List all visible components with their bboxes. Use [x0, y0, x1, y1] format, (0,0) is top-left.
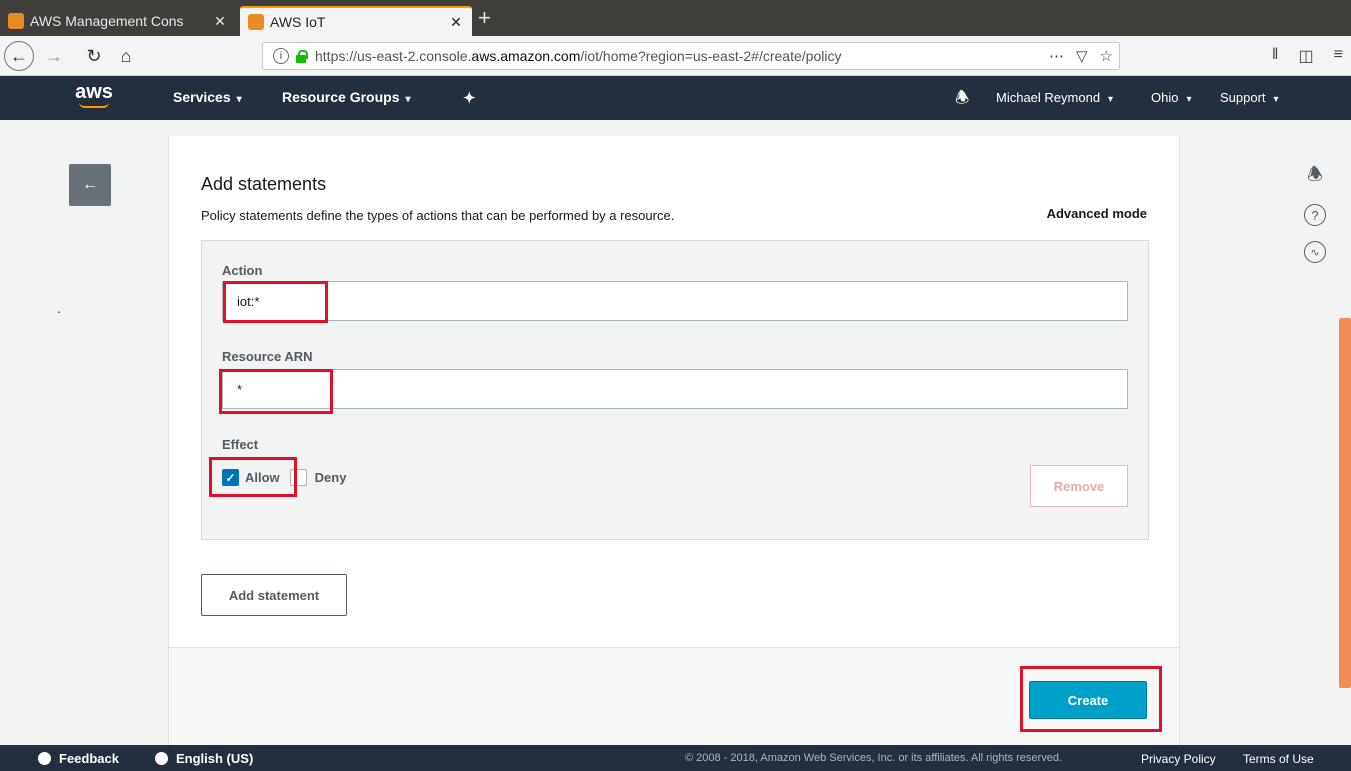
privacy-policy-link[interactable]: Privacy Policy	[1141, 752, 1216, 766]
services-menu[interactable]: Services ▾	[173, 89, 242, 105]
language-selector[interactable]: English (US)	[155, 751, 253, 766]
resource-arn-label: Resource ARN	[222, 349, 313, 364]
reload-icon[interactable]: ↻	[80, 42, 108, 70]
star-icon[interactable]: ☆	[1100, 47, 1113, 65]
feedback-bubble-icon	[38, 752, 51, 765]
aws-logo-text: aws	[75, 81, 113, 103]
lock-icon	[295, 50, 308, 63]
sidebar-icon[interactable]: ◫	[1299, 46, 1314, 66]
chevron-down-icon: ▾	[236, 94, 242, 105]
page-content: ← . Add statements Policy statements def…	[0, 120, 1351, 764]
chevron-down-icon: ▾	[405, 94, 411, 105]
region-menu[interactable]: Ohio ▾	[1151, 90, 1192, 105]
forward-arrow-icon[interactable]: →	[40, 42, 68, 70]
back-arrow-icon[interactable]: ←	[4, 41, 34, 71]
action-label: Action	[222, 263, 263, 278]
resource-arn-input[interactable]: *	[222, 369, 1128, 409]
tab-close-icon[interactable]: ✕	[212, 13, 228, 30]
new-tab-button[interactable]: +	[478, 6, 491, 30]
advanced-mode-link[interactable]: Advanced mode	[1047, 206, 1147, 221]
effect-label: Effect	[222, 437, 259, 452]
resource-groups-label: Resource Groups	[282, 89, 400, 105]
url-bar[interactable]: i https://us-east-2.console. aws.amazon.c…	[262, 42, 1120, 70]
allow-checkbox[interactable]: ✓	[222, 469, 239, 486]
globe-icon	[155, 752, 168, 765]
effect-options: ✓ Allow Deny	[222, 469, 346, 486]
user-menu[interactable]: Michael Reymond ▾	[996, 90, 1113, 105]
browser-tab-aws-management[interactable]: AWS Management Cons ✕	[0, 6, 236, 36]
scrollbar-thumb[interactable]	[1339, 318, 1351, 688]
user-name: Michael Reymond	[996, 90, 1101, 105]
section-description: Policy statements define the types of ac…	[201, 208, 675, 223]
create-button[interactable]: Create	[1029, 681, 1147, 719]
help-icon[interactable]: ?	[1304, 204, 1326, 226]
add-statement-button[interactable]: Add statement	[201, 574, 347, 616]
url-path: /iot/home?region=us-east-2#/create/polic…	[580, 48, 842, 64]
terms-of-use-link[interactable]: Terms of Use	[1243, 752, 1314, 766]
menu-icon[interactable]: ≡	[1334, 46, 1343, 66]
services-label: Services	[173, 89, 231, 105]
copyright-text: © 2008 - 2018, Amazon Web Services, Inc.…	[685, 752, 1062, 764]
browser-navigation-bar: ← → ↻ ⌂ i https://us-east-2.console. aws.…	[0, 36, 1351, 76]
policy-statement-panel: Action iot:* Resource ARN * Effect ✓ All…	[201, 240, 1149, 540]
deny-label[interactable]: Deny	[315, 470, 347, 485]
language-label: English (US)	[176, 751, 254, 766]
action-value: iot:*	[237, 293, 260, 309]
create-policy-card: Add statements Policy statements define …	[168, 136, 1180, 764]
support-label: Support	[1220, 90, 1266, 105]
browser-tab-strip: AWS Management Cons ✕ AWS IoT ✕ +	[0, 0, 1351, 36]
tab-title: AWS IoT	[270, 14, 326, 30]
url-host: aws.amazon.com	[471, 48, 581, 64]
url-prefix: https://us-east-2.console.	[315, 48, 472, 64]
back-button[interactable]: ←	[69, 164, 111, 206]
aws-favicon-icon	[8, 13, 24, 29]
aws-logo[interactable]: aws	[72, 82, 116, 112]
chevron-down-icon: ▾	[1108, 94, 1114, 105]
aws-console-header: aws Services ▾ Resource Groups ▾ ✦ 🕭 Micha…	[0, 76, 1351, 120]
more-icon[interactable]: ⋯	[1049, 47, 1064, 65]
aws-favicon-icon	[248, 14, 264, 30]
notifications-bell-icon[interactable]: 🕭	[1304, 164, 1326, 188]
browser-tab-aws-iot[interactable]: AWS IoT ✕	[240, 6, 472, 36]
feedback-label: Feedback	[59, 751, 119, 766]
allow-label[interactable]: Allow	[245, 470, 280, 485]
region-name: Ohio	[1151, 90, 1179, 105]
pocket-icon[interactable]: ▽	[1076, 47, 1088, 65]
health-status-icon[interactable]: ∿	[1304, 241, 1326, 263]
resource-arn-value: *	[237, 381, 243, 397]
console-footer: Feedback English (US) © 2008 - 2018, Ama…	[0, 745, 1351, 771]
pin-icon[interactable]: ✦	[463, 89, 476, 107]
info-icon[interactable]: i	[273, 48, 289, 64]
deny-checkbox[interactable]	[289, 469, 307, 486]
chevron-down-icon: ▾	[1186, 94, 1192, 105]
section-title: Add statements	[201, 174, 327, 194]
chevron-down-icon: ▾	[1273, 94, 1279, 105]
feedback-link[interactable]: Feedback	[38, 751, 119, 766]
tab-title: AWS Management Cons	[30, 13, 184, 29]
resource-groups-menu[interactable]: Resource Groups ▾	[282, 89, 411, 105]
home-icon[interactable]: ⌂	[112, 42, 140, 70]
stray-dot: .	[57, 300, 61, 316]
support-menu[interactable]: Support ▾	[1220, 90, 1279, 105]
notifications-bell-icon[interactable]: 🕭	[955, 87, 969, 114]
tab-close-icon[interactable]: ✕	[448, 14, 464, 31]
action-input[interactable]: iot:*	[222, 281, 1128, 321]
library-icon[interactable]: ‖	[1272, 46, 1279, 66]
remove-statement-button[interactable]: Remove	[1030, 465, 1128, 507]
